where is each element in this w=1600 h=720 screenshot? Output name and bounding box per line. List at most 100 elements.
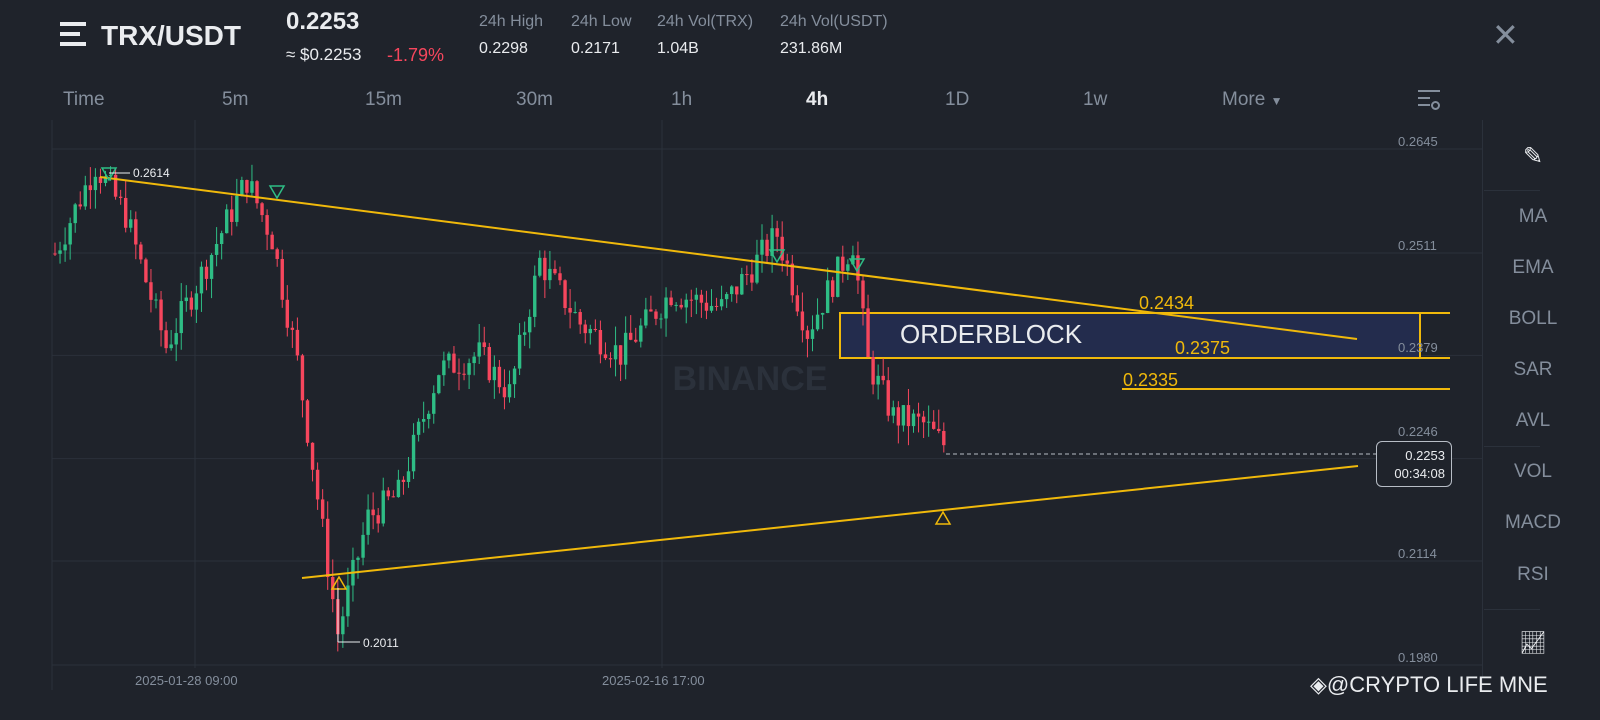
- candle-body: [825, 280, 830, 313]
- sidebar-divider: [1482, 120, 1483, 690]
- candle: [275, 247, 279, 267]
- level-label-mid: 0.2375: [1175, 338, 1230, 358]
- candle: [623, 316, 628, 380]
- candle-body: [629, 332, 633, 340]
- candle-body: [401, 479, 406, 482]
- candle: [320, 489, 325, 527]
- countdown: 00:34:08: [1394, 466, 1445, 481]
- candle: [512, 365, 517, 398]
- indicator-ma[interactable]: MA: [1498, 206, 1568, 228]
- candle-body: [194, 293, 199, 310]
- low-marker-label: 0.2011: [363, 636, 399, 650]
- candle: [735, 286, 739, 304]
- candle: [553, 260, 557, 275]
- draw-tool-icon[interactable]: ✎: [1498, 142, 1568, 171]
- candle: [649, 295, 653, 312]
- candle-body: [78, 204, 82, 207]
- candle-body: [795, 295, 800, 312]
- candle-body: [406, 471, 411, 482]
- candle: [255, 180, 259, 209]
- candle: [73, 202, 77, 233]
- candle: [684, 293, 688, 324]
- candle: [750, 259, 754, 291]
- candle: [689, 289, 693, 318]
- candle: [937, 409, 941, 434]
- binance-logo-icon: ◈: [1310, 672, 1327, 697]
- candle-body: [250, 181, 254, 193]
- candle-body: [548, 268, 552, 281]
- candle-body: [921, 416, 926, 423]
- candle-body: [810, 329, 815, 339]
- candle: [836, 256, 840, 298]
- candle-body: [93, 176, 98, 191]
- candle: [916, 402, 921, 433]
- candle-body: [937, 428, 941, 432]
- candle-body: [270, 234, 274, 250]
- candle-body: [780, 236, 784, 261]
- candle: [497, 359, 502, 394]
- candle-body: [563, 280, 567, 309]
- candle: [260, 202, 264, 222]
- candle-body: [245, 180, 249, 193]
- candle: [315, 462, 320, 510]
- candle-body: [644, 309, 648, 326]
- pivot-low-markers: [330, 510, 952, 590]
- candle-body: [73, 204, 77, 224]
- candle: [134, 211, 138, 260]
- candle: [568, 289, 572, 329]
- candle-body: [906, 405, 911, 427]
- indicator-boll[interactable]: BOLL: [1498, 308, 1568, 330]
- price-axis-label: 0.1980: [1398, 650, 1438, 665]
- chart-type-icon[interactable]: 📈︎: [1498, 630, 1568, 656]
- candle: [53, 242, 57, 257]
- indicator-ema[interactable]: EMA: [1498, 257, 1568, 279]
- candle-body: [275, 249, 279, 259]
- candle-body: [639, 325, 643, 342]
- candle-body: [219, 233, 224, 245]
- candle: [846, 259, 850, 280]
- candle-body: [139, 244, 143, 260]
- candle-body: [926, 421, 931, 423]
- candle: [694, 287, 699, 315]
- candle: [926, 405, 931, 437]
- candle: [265, 209, 269, 251]
- candle-body: [568, 308, 572, 313]
- indicator-vol[interactable]: VOL: [1498, 461, 1568, 483]
- candle: [406, 456, 411, 488]
- candle-body: [608, 358, 613, 360]
- candle-body: [553, 268, 557, 274]
- candle: [866, 294, 870, 358]
- credit: ◈@CRYPTO LIFE MNE: [1310, 672, 1548, 698]
- current-price-tag[interactable]: 0.2253 00:34:08: [1376, 441, 1452, 487]
- candle: [598, 320, 603, 364]
- candle: [219, 230, 224, 260]
- candle: [901, 405, 906, 432]
- candle-body: [341, 616, 345, 635]
- candle-body: [442, 360, 446, 376]
- candle-body: [411, 434, 416, 472]
- indicator-rsi[interactable]: RSI: [1498, 564, 1568, 586]
- candle-body: [664, 297, 668, 319]
- candle-body: [679, 304, 683, 308]
- candle-body: [255, 181, 259, 204]
- candle: [225, 204, 229, 234]
- candle: [891, 400, 895, 424]
- candle: [563, 279, 567, 315]
- indicator-macd[interactable]: MACD: [1498, 512, 1568, 534]
- candle-body: [654, 311, 658, 319]
- candle: [644, 297, 648, 329]
- candle-body: [881, 375, 885, 381]
- candle: [517, 323, 522, 376]
- indicator-sar[interactable]: SAR: [1498, 359, 1568, 381]
- candle: [583, 319, 587, 344]
- indicator-avl[interactable]: AVL: [1498, 410, 1568, 432]
- candle: [921, 410, 926, 439]
- level-label-low: 0.2335: [1123, 370, 1178, 390]
- high-marker-label: 0.2614: [133, 166, 170, 180]
- candle-body: [603, 354, 608, 359]
- candle-body: [184, 297, 188, 302]
- candle: [447, 351, 451, 369]
- candle-body: [896, 407, 901, 426]
- chart-area[interactable]: BINANCE 0.2614 0.2011 ORDERBLOCK 0.2434 …: [0, 0, 1600, 720]
- candle: [124, 180, 128, 233]
